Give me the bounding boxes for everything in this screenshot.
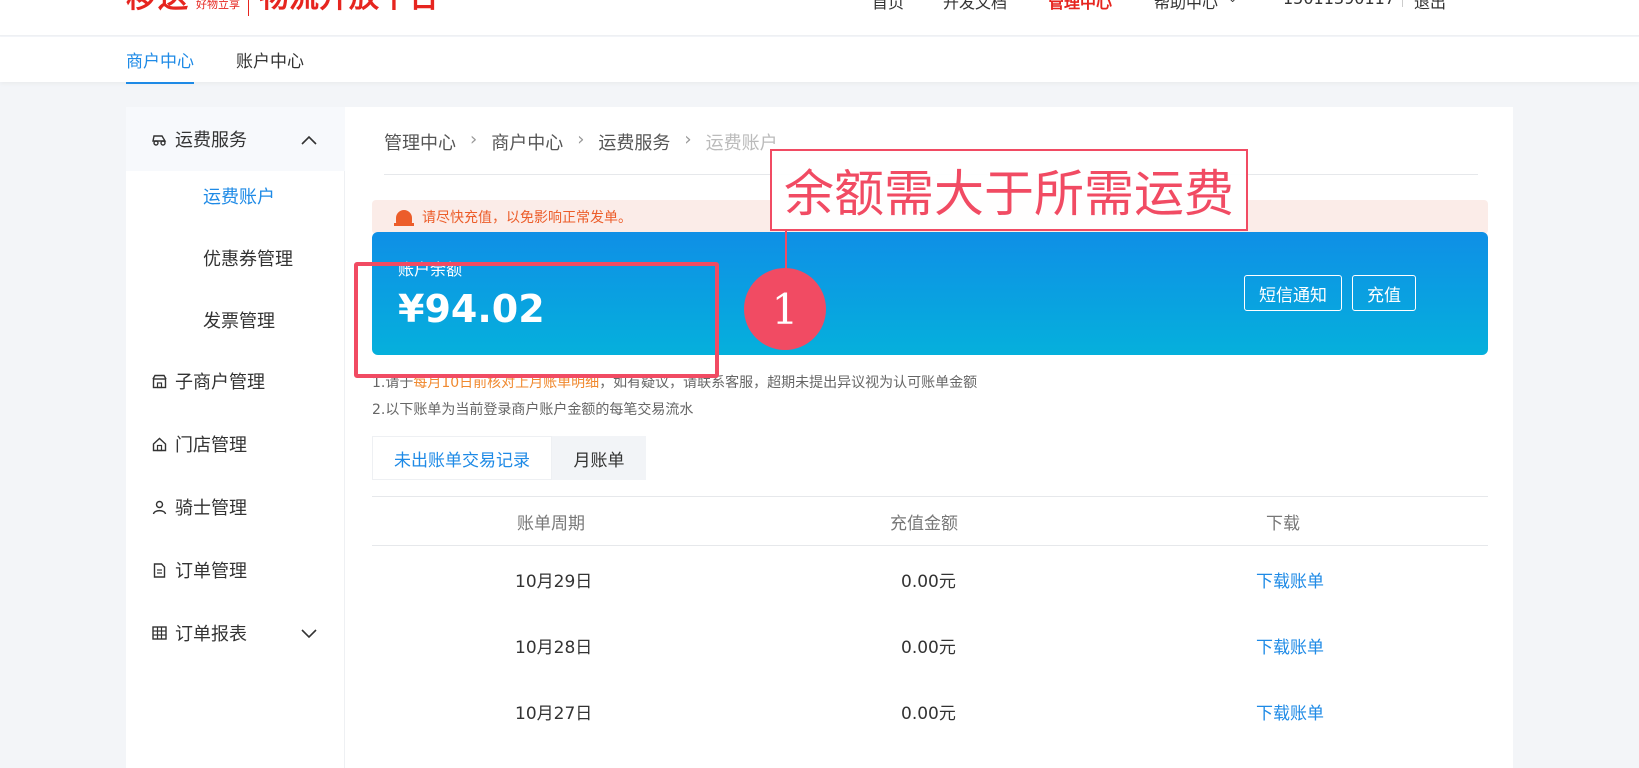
chevron-up-icon[interactable] — [301, 130, 317, 149]
annotation-number-badge: 1 — [744, 268, 826, 350]
sidebar-group-freight-service[interactable]: 运费服务 — [126, 107, 345, 171]
logo-slogan: 好物立享 — [196, 0, 240, 11]
sidebar-item-order[interactable]: 订单管理 — [126, 550, 345, 590]
sidebar-item-label: 订单报表 — [175, 624, 247, 645]
column-header: 账单周期 — [517, 513, 585, 534]
download-bill-link[interactable]: 下载账单 — [1256, 678, 1324, 744]
nav-docs[interactable]: 开发文档 — [943, 0, 1007, 13]
sidebar-item-order-report[interactable]: 订单报表 — [126, 613, 345, 653]
bill-period: 10月27日 — [515, 703, 593, 724]
sidebar-item-rider[interactable]: 骑士管理 — [126, 487, 345, 527]
nav-home[interactable]: 首页 — [872, 0, 904, 13]
recharge-amount: 0.00元 — [901, 637, 956, 658]
chevron-down-icon[interactable]: ⌄ — [1228, 0, 1237, 5]
sidebar-item-label: 子商户管理 — [175, 372, 265, 393]
tab-merchant-center[interactable]: 商户中心 — [126, 47, 194, 84]
nav-management[interactable]: 管理中心 — [1048, 0, 1112, 13]
sidebar-item-label: 门店管理 — [175, 435, 247, 456]
sidebar-item-sub-merchant[interactable]: 子商户管理 — [126, 361, 345, 401]
billing-notes: 1.请于每月10日前核对上月账单明细，如有疑议，请联系客服，超期未提出异议视为认… — [372, 370, 977, 424]
annotation-label: 余额需大于所需运费 — [770, 149, 1248, 231]
sidebar-item-label: 骑士管理 — [175, 498, 247, 519]
breadcrumb-item[interactable]: 运费服务 — [598, 129, 670, 155]
annotation-highlight-box — [354, 262, 719, 378]
user-icon — [151, 499, 167, 515]
car-icon — [151, 131, 167, 147]
chevron-right-icon: › — [470, 129, 478, 150]
logout-link[interactable]: 退出 — [1414, 0, 1446, 13]
nav-help[interactable]: 帮助中心 — [1154, 0, 1218, 13]
breadcrumb-current: 运费账户 — [705, 133, 778, 154]
sidebar-item-coupon[interactable]: 优惠券管理 — [203, 245, 293, 271]
sidebar-group-header[interactable]: 运费服务 — [126, 119, 345, 159]
bill-tabs: 未出账单交易记录 月账单 — [372, 436, 646, 480]
table-row: 10月27日 0.00元 下载账单 — [372, 678, 1488, 744]
nav-divider — [1402, 0, 1403, 7]
logo-divider — [248, 0, 249, 16]
chevron-right-icon: › — [577, 129, 585, 150]
home-icon — [151, 436, 167, 452]
annotation-connector — [785, 230, 787, 270]
document-icon — [151, 562, 167, 578]
tab-unbilled-records[interactable]: 未出账单交易记录 — [372, 436, 552, 480]
tab-account-center[interactable]: 账户中心 — [236, 47, 304, 82]
download-bill-link[interactable]: 下载账单 — [1256, 612, 1324, 678]
download-bill-link[interactable]: 下载账单 — [1256, 546, 1324, 612]
note-line-2: 2.以下账单为当前登录商户账户金额的每笔交易流水 — [372, 402, 694, 418]
tab-monthly-bill[interactable]: 月账单 — [552, 436, 646, 480]
sidebar-item-freight-account[interactable]: 运费账户 — [203, 183, 275, 209]
table-row: 10月28日 0.00元 下载账单 — [372, 612, 1488, 678]
column-header: 充值金额 — [890, 513, 958, 534]
sidebar-group-label: 运费服务 — [175, 130, 247, 151]
recharge-button[interactable]: 充值 — [1352, 275, 1416, 311]
sidebar-item-invoice[interactable]: 发票管理 — [203, 307, 275, 333]
recharge-amount: 0.00元 — [901, 703, 956, 724]
table-icon — [151, 625, 167, 641]
warning-text: 请尽快充值，以免影响正常发单。 — [422, 210, 632, 226]
sidebar-item-store[interactable]: 门店管理 — [126, 424, 345, 464]
sidebar-item-label: 订单管理 — [175, 561, 247, 582]
table-header: 账单周期 充值金额 下载 — [372, 496, 1488, 546]
sms-notify-button[interactable]: 短信通知 — [1244, 275, 1342, 311]
column-header: 下载 — [1266, 513, 1300, 534]
user-phone[interactable]: 15011390117 — [1283, 0, 1395, 8]
logo[interactable]: 移送 好物立享 物流开放平台 — [126, 0, 439, 16]
sidebar: 运费服务 运费账户 优惠券管理 发票管理 子商户管理 门店管理 骑士管理 订单管… — [126, 107, 345, 768]
recharge-amount: 0.00元 — [901, 571, 956, 592]
bill-table: 账单周期 充值金额 下载 10月29日 0.00元 下载账单 10月28日 0.… — [372, 496, 1488, 744]
breadcrumb-item[interactable]: 管理中心 — [384, 129, 456, 155]
sub-nav: 商户中心 账户中心 — [0, 37, 1639, 84]
chevron-right-icon: › — [684, 129, 692, 150]
breadcrumb-item[interactable]: 商户中心 — [491, 129, 563, 155]
top-header: 移送 好物立享 物流开放平台 首页 开发文档 管理中心 帮助中心 ⌄ 15011… — [0, 0, 1639, 36]
logo-platform: 物流开放平台 — [259, 0, 439, 16]
logo-brand: 移送 — [126, 0, 190, 16]
chevron-down-icon[interactable] — [301, 624, 317, 643]
alarm-icon — [394, 210, 414, 226]
table-row: 10月29日 0.00元 下载账单 — [372, 546, 1488, 612]
breadcrumb: 管理中心 › 商户中心 › 运费服务 › 运费账户 — [384, 129, 778, 155]
shop-icon — [151, 373, 167, 389]
bill-period: 10月28日 — [515, 637, 593, 658]
bill-period: 10月29日 — [515, 571, 593, 592]
